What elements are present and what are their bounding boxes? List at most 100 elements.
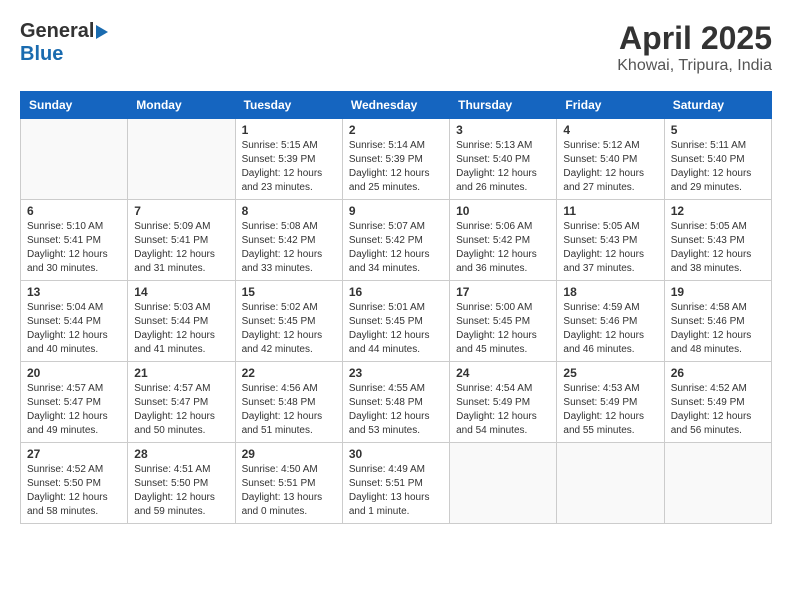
day-19: 19 Sunrise: 4:58 AM Sunset: 5:46 PM Dayl… [664, 281, 771, 362]
logo-general: General [20, 20, 94, 43]
day-info: Sunrise: 5:02 AM Sunset: 5:45 PM Dayligh… [242, 301, 336, 357]
day-13: 13 Sunrise: 5:04 AM Sunset: 5:44 PM Dayl… [21, 281, 128, 362]
month-title: April 2025 [617, 20, 772, 57]
day-28: 28 Sunrise: 4:51 AM Sunset: 5:50 PM Dayl… [128, 443, 235, 524]
day-27: 27 Sunrise: 4:52 AM Sunset: 5:50 PM Dayl… [21, 443, 128, 524]
day-info: Sunrise: 5:09 AM Sunset: 5:41 PM Dayligh… [134, 220, 228, 276]
logo-blue: Blue [20, 43, 63, 66]
day-info: Sunrise: 5:05 AM Sunset: 5:43 PM Dayligh… [671, 220, 765, 276]
location-title: Khowai, Tripura, India [617, 57, 772, 75]
day-number: 14 [134, 285, 228, 299]
day-info: Sunrise: 5:13 AM Sunset: 5:40 PM Dayligh… [456, 139, 550, 195]
header-wednesday: Wednesday [342, 92, 449, 119]
day-info: Sunrise: 5:12 AM Sunset: 5:40 PM Dayligh… [563, 139, 657, 195]
day-number: 19 [671, 285, 765, 299]
week-row-1: 1 Sunrise: 5:15 AM Sunset: 5:39 PM Dayli… [21, 119, 772, 200]
day-info: Sunrise: 4:51 AM Sunset: 5:50 PM Dayligh… [134, 463, 228, 519]
day-info: Sunrise: 4:50 AM Sunset: 5:51 PM Dayligh… [242, 463, 336, 519]
day-30: 30 Sunrise: 4:49 AM Sunset: 5:51 PM Dayl… [342, 443, 449, 524]
day-3: 3 Sunrise: 5:13 AM Sunset: 5:40 PM Dayli… [450, 119, 557, 200]
day-number: 21 [134, 366, 228, 380]
day-number: 28 [134, 447, 228, 461]
logo-icon [96, 25, 108, 39]
day-9: 9 Sunrise: 5:07 AM Sunset: 5:42 PM Dayli… [342, 200, 449, 281]
empty-cell [450, 443, 557, 524]
day-number: 4 [563, 123, 657, 137]
day-number: 26 [671, 366, 765, 380]
day-23: 23 Sunrise: 4:55 AM Sunset: 5:48 PM Dayl… [342, 362, 449, 443]
day-number: 5 [671, 123, 765, 137]
day-number: 23 [349, 366, 443, 380]
day-info: Sunrise: 4:56 AM Sunset: 5:48 PM Dayligh… [242, 382, 336, 438]
day-info: Sunrise: 5:06 AM Sunset: 5:42 PM Dayligh… [456, 220, 550, 276]
day-number: 11 [563, 204, 657, 218]
header-saturday: Saturday [664, 92, 771, 119]
day-21: 21 Sunrise: 4:57 AM Sunset: 5:47 PM Dayl… [128, 362, 235, 443]
day-info: Sunrise: 5:15 AM Sunset: 5:39 PM Dayligh… [242, 139, 336, 195]
day-22: 22 Sunrise: 4:56 AM Sunset: 5:48 PM Dayl… [235, 362, 342, 443]
day-10: 10 Sunrise: 5:06 AM Sunset: 5:42 PM Dayl… [450, 200, 557, 281]
day-info: Sunrise: 4:59 AM Sunset: 5:46 PM Dayligh… [563, 301, 657, 357]
day-info: Sunrise: 5:04 AM Sunset: 5:44 PM Dayligh… [27, 301, 121, 357]
header-tuesday: Tuesday [235, 92, 342, 119]
day-number: 22 [242, 366, 336, 380]
day-number: 6 [27, 204, 121, 218]
day-2: 2 Sunrise: 5:14 AM Sunset: 5:39 PM Dayli… [342, 119, 449, 200]
week-row-3: 13 Sunrise: 5:04 AM Sunset: 5:44 PM Dayl… [21, 281, 772, 362]
day-number: 2 [349, 123, 443, 137]
day-18: 18 Sunrise: 4:59 AM Sunset: 5:46 PM Dayl… [557, 281, 664, 362]
day-number: 24 [456, 366, 550, 380]
week-row-4: 20 Sunrise: 4:57 AM Sunset: 5:47 PM Dayl… [21, 362, 772, 443]
day-17: 17 Sunrise: 5:00 AM Sunset: 5:45 PM Dayl… [450, 281, 557, 362]
header: General Blue April 2025 Khowai, Tripura,… [20, 20, 772, 75]
empty-cell [21, 119, 128, 200]
empty-cell [128, 119, 235, 200]
day-8: 8 Sunrise: 5:08 AM Sunset: 5:42 PM Dayli… [235, 200, 342, 281]
day-15: 15 Sunrise: 5:02 AM Sunset: 5:45 PM Dayl… [235, 281, 342, 362]
week-row-5: 27 Sunrise: 4:52 AM Sunset: 5:50 PM Dayl… [21, 443, 772, 524]
day-7: 7 Sunrise: 5:09 AM Sunset: 5:41 PM Dayli… [128, 200, 235, 281]
day-number: 10 [456, 204, 550, 218]
day-number: 1 [242, 123, 336, 137]
day-number: 7 [134, 204, 228, 218]
day-number: 3 [456, 123, 550, 137]
day-info: Sunrise: 4:49 AM Sunset: 5:51 PM Dayligh… [349, 463, 443, 519]
day-24: 24 Sunrise: 4:54 AM Sunset: 5:49 PM Dayl… [450, 362, 557, 443]
day-number: 9 [349, 204, 443, 218]
logo: General Blue [20, 20, 110, 66]
empty-cell [557, 443, 664, 524]
day-info: Sunrise: 5:01 AM Sunset: 5:45 PM Dayligh… [349, 301, 443, 357]
day-number: 8 [242, 204, 336, 218]
day-info: Sunrise: 5:05 AM Sunset: 5:43 PM Dayligh… [563, 220, 657, 276]
day-info: Sunrise: 5:14 AM Sunset: 5:39 PM Dayligh… [349, 139, 443, 195]
day-14: 14 Sunrise: 5:03 AM Sunset: 5:44 PM Dayl… [128, 281, 235, 362]
calendar: Sunday Monday Tuesday Wednesday Thursday… [20, 91, 772, 524]
day-number: 12 [671, 204, 765, 218]
day-number: 27 [27, 447, 121, 461]
day-info: Sunrise: 4:52 AM Sunset: 5:50 PM Dayligh… [27, 463, 121, 519]
day-info: Sunrise: 4:54 AM Sunset: 5:49 PM Dayligh… [456, 382, 550, 438]
day-info: Sunrise: 4:57 AM Sunset: 5:47 PM Dayligh… [134, 382, 228, 438]
week-row-2: 6 Sunrise: 5:10 AM Sunset: 5:41 PM Dayli… [21, 200, 772, 281]
day-26: 26 Sunrise: 4:52 AM Sunset: 5:49 PM Dayl… [664, 362, 771, 443]
day-6: 6 Sunrise: 5:10 AM Sunset: 5:41 PM Dayli… [21, 200, 128, 281]
day-16: 16 Sunrise: 5:01 AM Sunset: 5:45 PM Dayl… [342, 281, 449, 362]
day-info: Sunrise: 5:08 AM Sunset: 5:42 PM Dayligh… [242, 220, 336, 276]
header-thursday: Thursday [450, 92, 557, 119]
header-monday: Monday [128, 92, 235, 119]
day-29: 29 Sunrise: 4:50 AM Sunset: 5:51 PM Dayl… [235, 443, 342, 524]
header-friday: Friday [557, 92, 664, 119]
day-number: 18 [563, 285, 657, 299]
day-info: Sunrise: 5:11 AM Sunset: 5:40 PM Dayligh… [671, 139, 765, 195]
day-11: 11 Sunrise: 5:05 AM Sunset: 5:43 PM Dayl… [557, 200, 664, 281]
day-25: 25 Sunrise: 4:53 AM Sunset: 5:49 PM Dayl… [557, 362, 664, 443]
day-number: 30 [349, 447, 443, 461]
day-number: 16 [349, 285, 443, 299]
weekday-header-row: Sunday Monday Tuesday Wednesday Thursday… [21, 92, 772, 119]
day-info: Sunrise: 5:10 AM Sunset: 5:41 PM Dayligh… [27, 220, 121, 276]
day-info: Sunrise: 4:57 AM Sunset: 5:47 PM Dayligh… [27, 382, 121, 438]
day-number: 17 [456, 285, 550, 299]
day-number: 13 [27, 285, 121, 299]
header-sunday: Sunday [21, 92, 128, 119]
day-number: 25 [563, 366, 657, 380]
